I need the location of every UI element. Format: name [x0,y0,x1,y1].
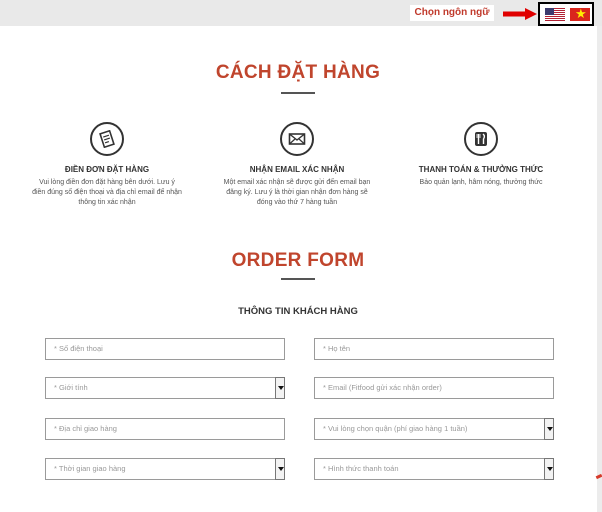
arrow-right-icon [503,8,537,20]
chevron-down-icon[interactable] [544,418,554,440]
chevron-down-icon[interactable] [544,458,554,480]
step-pay-enjoy: THANH TOÁN & THƯỞNG THỨC Bảo quản lạnh, … [406,122,556,188]
email-icon [280,122,314,156]
order-form-title: ORDER FORM [231,250,365,271]
order-form-icon [90,122,124,156]
payment-method-select-value: * Hình thức thanh toán [323,464,399,473]
cutlery-icon [464,122,498,156]
step-title: THANH TOÁN & THƯỞNG THỨC [418,165,544,174]
step-description: Vui lòng điền đơn đặt hàng bên dưới. Lưu… [32,179,182,206]
phone-field[interactable]: * Số điện thoại [45,338,285,360]
title-divider [281,278,315,280]
payment-method-select[interactable]: * Hình thức thanh toán [314,458,554,480]
step-title: ĐIỀN ĐƠN ĐẶT HÀNG [64,165,150,174]
scrollbar-track[interactable] [597,26,602,512]
how-to-order-title: CÁCH ĐẶT HÀNG [215,62,381,83]
delivery-time-select[interactable]: * Thời gian giao hàng [45,458,285,480]
delivery-time-select-value: * Thời gian giao hàng [54,464,126,473]
district-select[interactable]: * Vui lòng chọn quận (phí giao hàng 1 tu… [314,418,554,440]
step-title: NHẬN EMAIL XÁC NHẬN [249,165,345,174]
step-description: Một email xác nhận sẽ được gửi đến email… [223,179,371,206]
us-flag-icon[interactable] [545,8,565,21]
vietnam-flag-icon[interactable]: ★ [570,8,590,21]
email-field[interactable]: * Email (Fitfood gửi xác nhận order) [314,377,554,399]
language-prompt: Chọn ngôn ngữ [410,5,494,21]
step-fill-order: ĐIỀN ĐƠN ĐẶT HÀNG Vui lòng điền đơn đặt … [32,122,182,208]
step-email-confirm: NHẬN EMAIL XÁC NHẬN Một email xác nhận s… [222,122,372,208]
gender-select-value: * Giới tính [54,383,88,392]
customer-info-title: THÔNG TIN KHÁCH HÀNG [238,306,358,317]
chevron-down-icon[interactable] [275,377,285,399]
chevron-down-icon[interactable] [275,458,285,480]
name-field[interactable]: * Họ tên [314,338,554,360]
gender-select[interactable]: * Giới tính [45,377,285,399]
address-field[interactable]: * Địa chỉ giao hàng [45,418,285,440]
district-select-value: * Vui lòng chọn quận (phí giao hàng 1 tu… [323,424,468,433]
title-divider [281,92,315,94]
step-description: Bảo quản lạnh, hâm nóng, thưởng thức [419,179,543,186]
language-switcher: ★ [538,2,594,26]
